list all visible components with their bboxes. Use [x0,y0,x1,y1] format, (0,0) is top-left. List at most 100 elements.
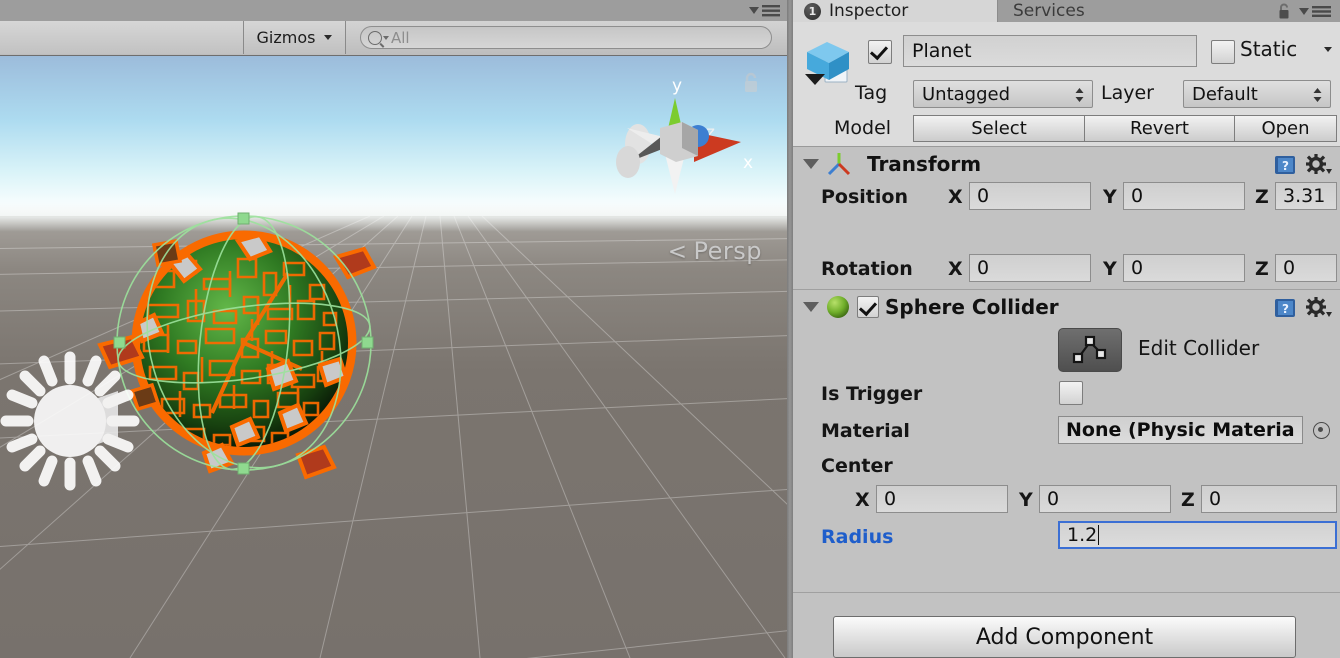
scene-toolbar-left-blank [0,21,244,54]
object-name-value: Planet [912,40,972,62]
gear-icon[interactable] [1306,297,1332,319]
scene-view-panel: Gizmos All < Persp y z x [0,0,787,658]
component-transform: Transform ? Position X 0 Y 0 Z 3.31 Rota… [793,147,1340,354]
model-select-button[interactable]: Select [913,115,1085,142]
tab-services[interactable]: Services [999,0,1149,22]
layer-dropdown[interactable]: Default [1183,80,1331,108]
transform-axis-icon [827,153,851,176]
model-revert-button[interactable]: Revert [1085,115,1235,142]
tag-label: Tag [855,82,888,104]
chevron-down-icon[interactable] [1324,47,1332,52]
position-z-value: 3.31 [1283,185,1326,207]
gizmos-dropdown[interactable]: Gizmos [244,21,346,54]
lock-open-icon[interactable] [1276,3,1292,20]
transform-rotation-row: Rotation X 0 Y 0 Z 0 [793,253,1340,289]
svg-text:?: ? [1282,302,1289,316]
inspector-badge: 1 [804,2,821,20]
perspective-label[interactable]: < Persp [668,237,762,265]
model-label: Model [834,117,892,139]
position-z-input[interactable]: 3.31 [1275,182,1337,210]
tab-inspector[interactable]: 1 Inspector [793,0,998,22]
rotation-z-axis: Z [1255,258,1269,280]
axis-label-y: y [672,76,682,96]
updown-arrows-icon [1075,88,1084,102]
inspector-menu-icon[interactable] [1298,5,1332,18]
rotation-x-value: 0 [977,257,990,279]
tag-layer-row: Tag Untagged Layer Default [793,78,1340,112]
static-checkbox[interactable] [1211,40,1235,64]
position-z-axis: Z [1255,186,1269,208]
center-y-axis: Y [1019,489,1033,511]
transform-header[interactable]: Transform ? [793,147,1340,181]
sphere-collider-header[interactable]: Sphere Collider ? [793,290,1340,324]
rotation-z-value: 0 [1283,257,1296,279]
gear-icon[interactable] [1306,154,1332,176]
radius-input[interactable]: 1.2 [1058,521,1337,549]
rotation-z-input[interactable]: 0 [1275,254,1337,282]
search-input-value: All [391,28,410,47]
collapse-triangle-icon[interactable] [803,159,819,169]
edit-collider-icon [1072,335,1107,364]
center-z-value: 0 [1209,488,1222,510]
inspector-tab-bar: 1 Inspector Services [793,0,1340,22]
help-book-icon[interactable]: ? [1274,297,1296,319]
search-icon [368,30,382,45]
chevron-down-icon [383,35,389,40]
help-book-icon[interactable]: ? [1274,154,1296,176]
center-z-input[interactable]: 0 [1201,485,1337,513]
position-x-axis: X [948,186,963,208]
rotation-y-value: 0 [1131,257,1144,279]
text-cursor [1098,525,1100,545]
scene-menu-icon[interactable] [747,3,781,18]
collapse-triangle-icon[interactable] [803,302,819,312]
scene-axis-gizmo[interactable]: y z x [602,66,762,206]
rotation-x-input[interactable]: 0 [969,254,1091,282]
axis-label-x: x [743,153,753,173]
scene-search-field[interactable]: All [360,26,772,49]
directional-light-icon[interactable] [0,339,150,504]
edit-collider-label: Edit Collider [1138,336,1260,360]
inspector-panel: 1 Inspector Services Planet Static Tag U… [793,0,1340,658]
position-y-value: 0 [1131,185,1144,207]
updown-arrows-icon [1313,88,1322,102]
center-x-axis: X [855,489,870,511]
chevron-down-icon [324,35,333,40]
edit-collider-row: Edit Collider [793,324,1340,378]
unity-editor-window: Gizmos All < Persp y z x 1 Inspector Ser… [0,0,1340,658]
tag-dropdown[interactable]: Untagged [913,80,1093,108]
model-open-button[interactable]: Open [1235,115,1337,142]
tag-value: Untagged [922,83,1011,105]
sphere-collider-icon [827,296,849,318]
position-y-axis: Y [1103,186,1117,208]
scene-viewport[interactable]: < Persp y z x [0,56,787,658]
center-label-row: Center [793,452,1340,484]
radius-label: Radius [821,526,894,548]
gizmos-label: Gizmos [256,28,316,47]
object-name-input[interactable]: Planet [903,35,1197,67]
rotation-y-input[interactable]: 0 [1123,254,1245,282]
sphere-collider-enabled-checkbox[interactable] [857,296,879,318]
position-x-input[interactable]: 0 [969,182,1091,210]
scene-tab-bar [0,0,787,22]
center-y-input[interactable]: 0 [1039,485,1171,513]
object-header: Planet Static Tag Untagged Layer Default… [793,22,1340,147]
tab-inspector-label: Inspector [829,1,909,21]
inspector-content: Planet Static Tag Untagged Layer Default… [793,22,1340,658]
static-label: Static [1240,37,1298,61]
material-row: Material None (Physic Materia [793,414,1340,452]
center-label: Center [821,455,893,477]
is-trigger-checkbox[interactable] [1059,381,1083,405]
is-trigger-row: Is Trigger [793,378,1340,414]
persp-text: Persp [693,237,762,265]
tab-services-label: Services [1013,1,1085,21]
material-object-field[interactable]: None (Physic Materia [1058,416,1303,444]
object-picker-icon[interactable] [1313,422,1330,439]
rotation-x-axis: X [948,258,963,280]
object-enabled-checkbox[interactable] [868,40,892,64]
add-component-button[interactable]: Add Component [833,616,1296,658]
center-values-row: X 0 Y 0 Z 0 [793,484,1340,520]
center-x-input[interactable]: 0 [876,485,1008,513]
position-y-input[interactable]: 0 [1123,182,1245,210]
component-sphere-collider: Sphere Collider ? Edit Collider Is Trigg… [793,290,1340,593]
edit-collider-button[interactable] [1058,328,1122,372]
